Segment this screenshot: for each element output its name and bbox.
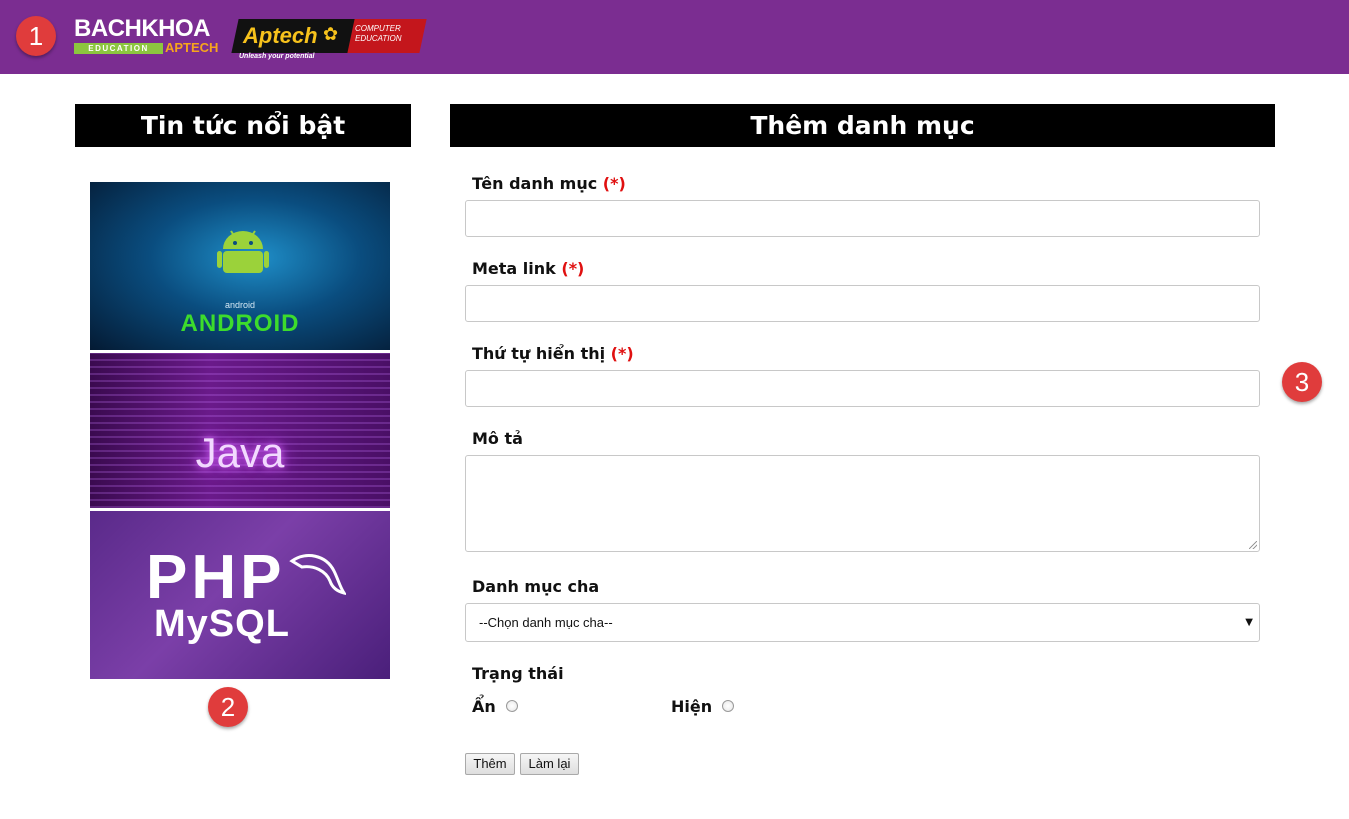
bachkhoa-logo[interactable]: BACHKHOA EDUCATION APTECH xyxy=(74,16,220,56)
status-hidden-label: Ẩn xyxy=(472,697,496,716)
reset-button[interactable]: Làm lại xyxy=(520,753,579,775)
add-button[interactable]: Thêm xyxy=(465,753,515,775)
display-order-input[interactable] xyxy=(465,370,1260,407)
java-caption: Java xyxy=(195,429,285,476)
android-robot-icon xyxy=(217,230,269,273)
status-shown-label: Hiện xyxy=(671,697,713,716)
required-mark: (*) xyxy=(610,344,634,363)
sidebar-title: Tin tức nổi bật xyxy=(75,104,411,147)
meta-link-input[interactable] xyxy=(465,285,1260,322)
status-hidden-radio[interactable] xyxy=(506,700,518,712)
paw-icon: ✿ xyxy=(323,24,339,45)
aptech-logo-computer-education: COMPUTER EDUCATION xyxy=(355,24,402,43)
order-label: Thứ tự hiển thị (*) xyxy=(472,344,634,364)
android-caption: ANDROID xyxy=(180,310,300,337)
required-mark: (*) xyxy=(561,259,585,278)
dolphin-icon xyxy=(289,554,346,596)
form-title: Thêm danh mục xyxy=(450,104,1275,147)
description-textarea[interactable] xyxy=(465,455,1260,552)
android-caption-small: android xyxy=(224,300,256,310)
status-shown-radio[interactable] xyxy=(722,700,734,712)
aptech-logo-word: Aptech xyxy=(243,23,318,48)
aptech-logo-tagline: Unleash your potential xyxy=(239,53,315,60)
meta-label: Meta link (*) xyxy=(472,259,584,279)
aptech-logo[interactable]: Aptech ✿ COMPUTER EDUCATION Unleash your… xyxy=(231,19,427,61)
name-label-text: Tên danh mục xyxy=(472,174,598,193)
step-badge-1: 1 xyxy=(16,16,56,56)
chevron-down-icon: ▼ xyxy=(1245,617,1253,628)
mysql-caption: MySQL xyxy=(154,603,290,645)
bachkhoa-logo-text: BACHKHOA xyxy=(74,15,211,42)
php-caption: PHP xyxy=(146,543,286,612)
bachkhoa-logo-education: EDUCATION xyxy=(74,43,163,54)
desc-label: Mô tả xyxy=(472,429,523,448)
java-news-image[interactable]: Java xyxy=(90,353,390,508)
order-label-text: Thứ tự hiển thị xyxy=(472,344,606,363)
site-header: 1 BACHKHOA EDUCATION APTECH Aptech ✿ COM… xyxy=(0,0,1349,74)
step-badge-3: 3 xyxy=(1282,362,1322,402)
category-name-input[interactable] xyxy=(465,200,1260,237)
status-label: Trạng thái xyxy=(472,664,564,683)
php-mysql-news-image[interactable]: PHP MySQL xyxy=(90,511,390,679)
resize-grip-icon[interactable] xyxy=(1249,541,1257,549)
parent-category-selected: --Chọn danh mục cha-- xyxy=(479,615,613,630)
parent-category-select[interactable]: --Chọn danh mục cha-- ▼ xyxy=(465,603,1260,642)
parent-label: Danh mục cha xyxy=(472,577,600,596)
step-badge-2: 2 xyxy=(208,687,248,727)
name-label: Tên danh mục (*) xyxy=(472,174,626,194)
required-mark: (*) xyxy=(602,174,626,193)
android-news-image[interactable]: android ANDROID xyxy=(90,182,390,350)
bachkhoa-logo-aptech: APTECH xyxy=(165,40,219,55)
meta-label-text: Meta link xyxy=(472,259,556,278)
